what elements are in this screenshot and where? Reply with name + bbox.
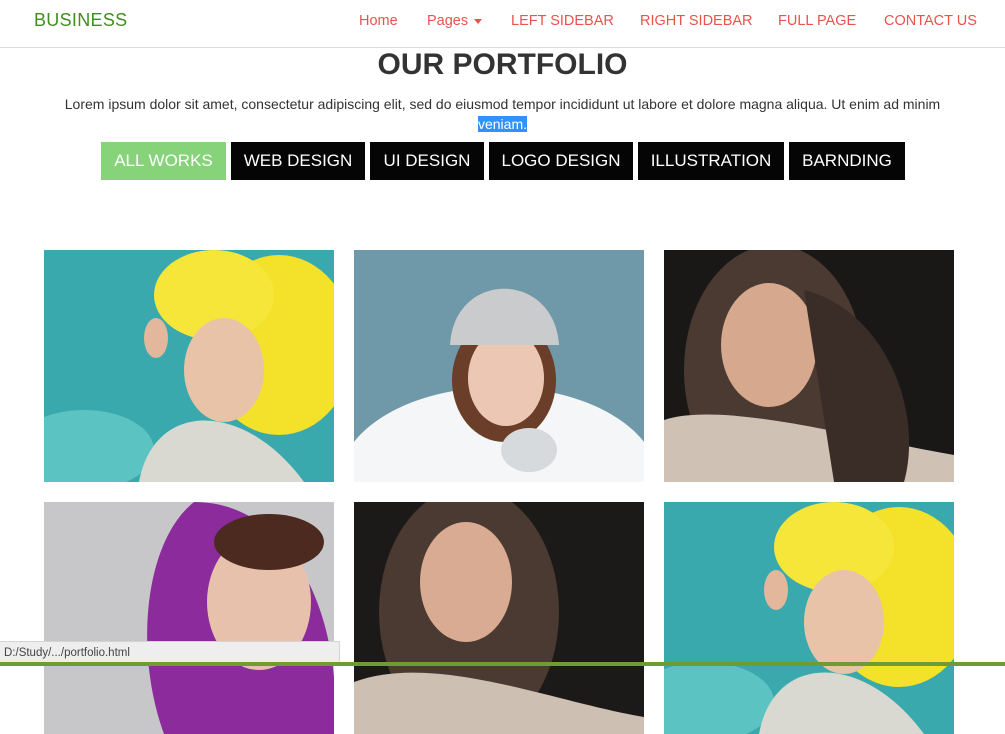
portfolio-item-5[interactable] [354,502,644,734]
nav-pages-dropdown[interactable]: Pages [427,13,483,29]
portrait-dark-hair-image [664,250,954,482]
portrait-winter-hat-image [354,250,644,482]
nav-pages-label: Pages [427,13,469,29]
portfolio-item-2[interactable] [354,250,644,482]
nav-full-page[interactable]: FULL PAGE [778,13,856,29]
taskbar-strip [0,662,1005,666]
portfolio-item-6[interactable] [664,502,954,734]
brand-logo[interactable]: BUSINESS [34,10,127,31]
portrait-purple-scarf-image [44,502,334,734]
filter-ui-design[interactable]: UI DESIGN [370,142,484,180]
nav-contact-us[interactable]: CONTACT US [884,13,977,29]
filter-all-works[interactable]: ALL WORKS [101,142,226,180]
portfolio-item-1[interactable] [44,250,334,482]
nav-home[interactable]: Home [359,13,398,29]
filter-logo-design[interactable]: LOGO DESIGN [489,142,633,180]
portfolio-item-3[interactable] [664,250,954,482]
portrait-yellow-hair-image [44,250,334,482]
filter-web-design[interactable]: WEB DESIGN [231,142,365,180]
intro-text-main: Lorem ipsum dolor sit amet, consectetur … [64,96,941,112]
nav-left-sidebar[interactable]: LEFT SIDEBAR [511,13,614,29]
top-navbar: BUSINESS Home Pages LEFT SIDEBAR RIGHT S… [0,0,1005,48]
portrait-dark-hair-image-2 [354,502,644,734]
filter-illustration[interactable]: ILLUSTRATION [638,142,784,180]
caret-down-icon [474,18,483,24]
page-title: OUR PORTFOLIO [377,48,628,81]
intro-text: Lorem ipsum dolor sit amet, consectetur … [40,94,965,134]
nav-right-sidebar[interactable]: RIGHT SIDEBAR [640,13,753,29]
portfolio-item-4[interactable] [44,502,334,734]
filter-barnding[interactable]: BARNDING [789,142,905,180]
intro-selected-text: veniam. [477,116,528,132]
portrait-yellow-hair-image-2 [664,502,954,734]
